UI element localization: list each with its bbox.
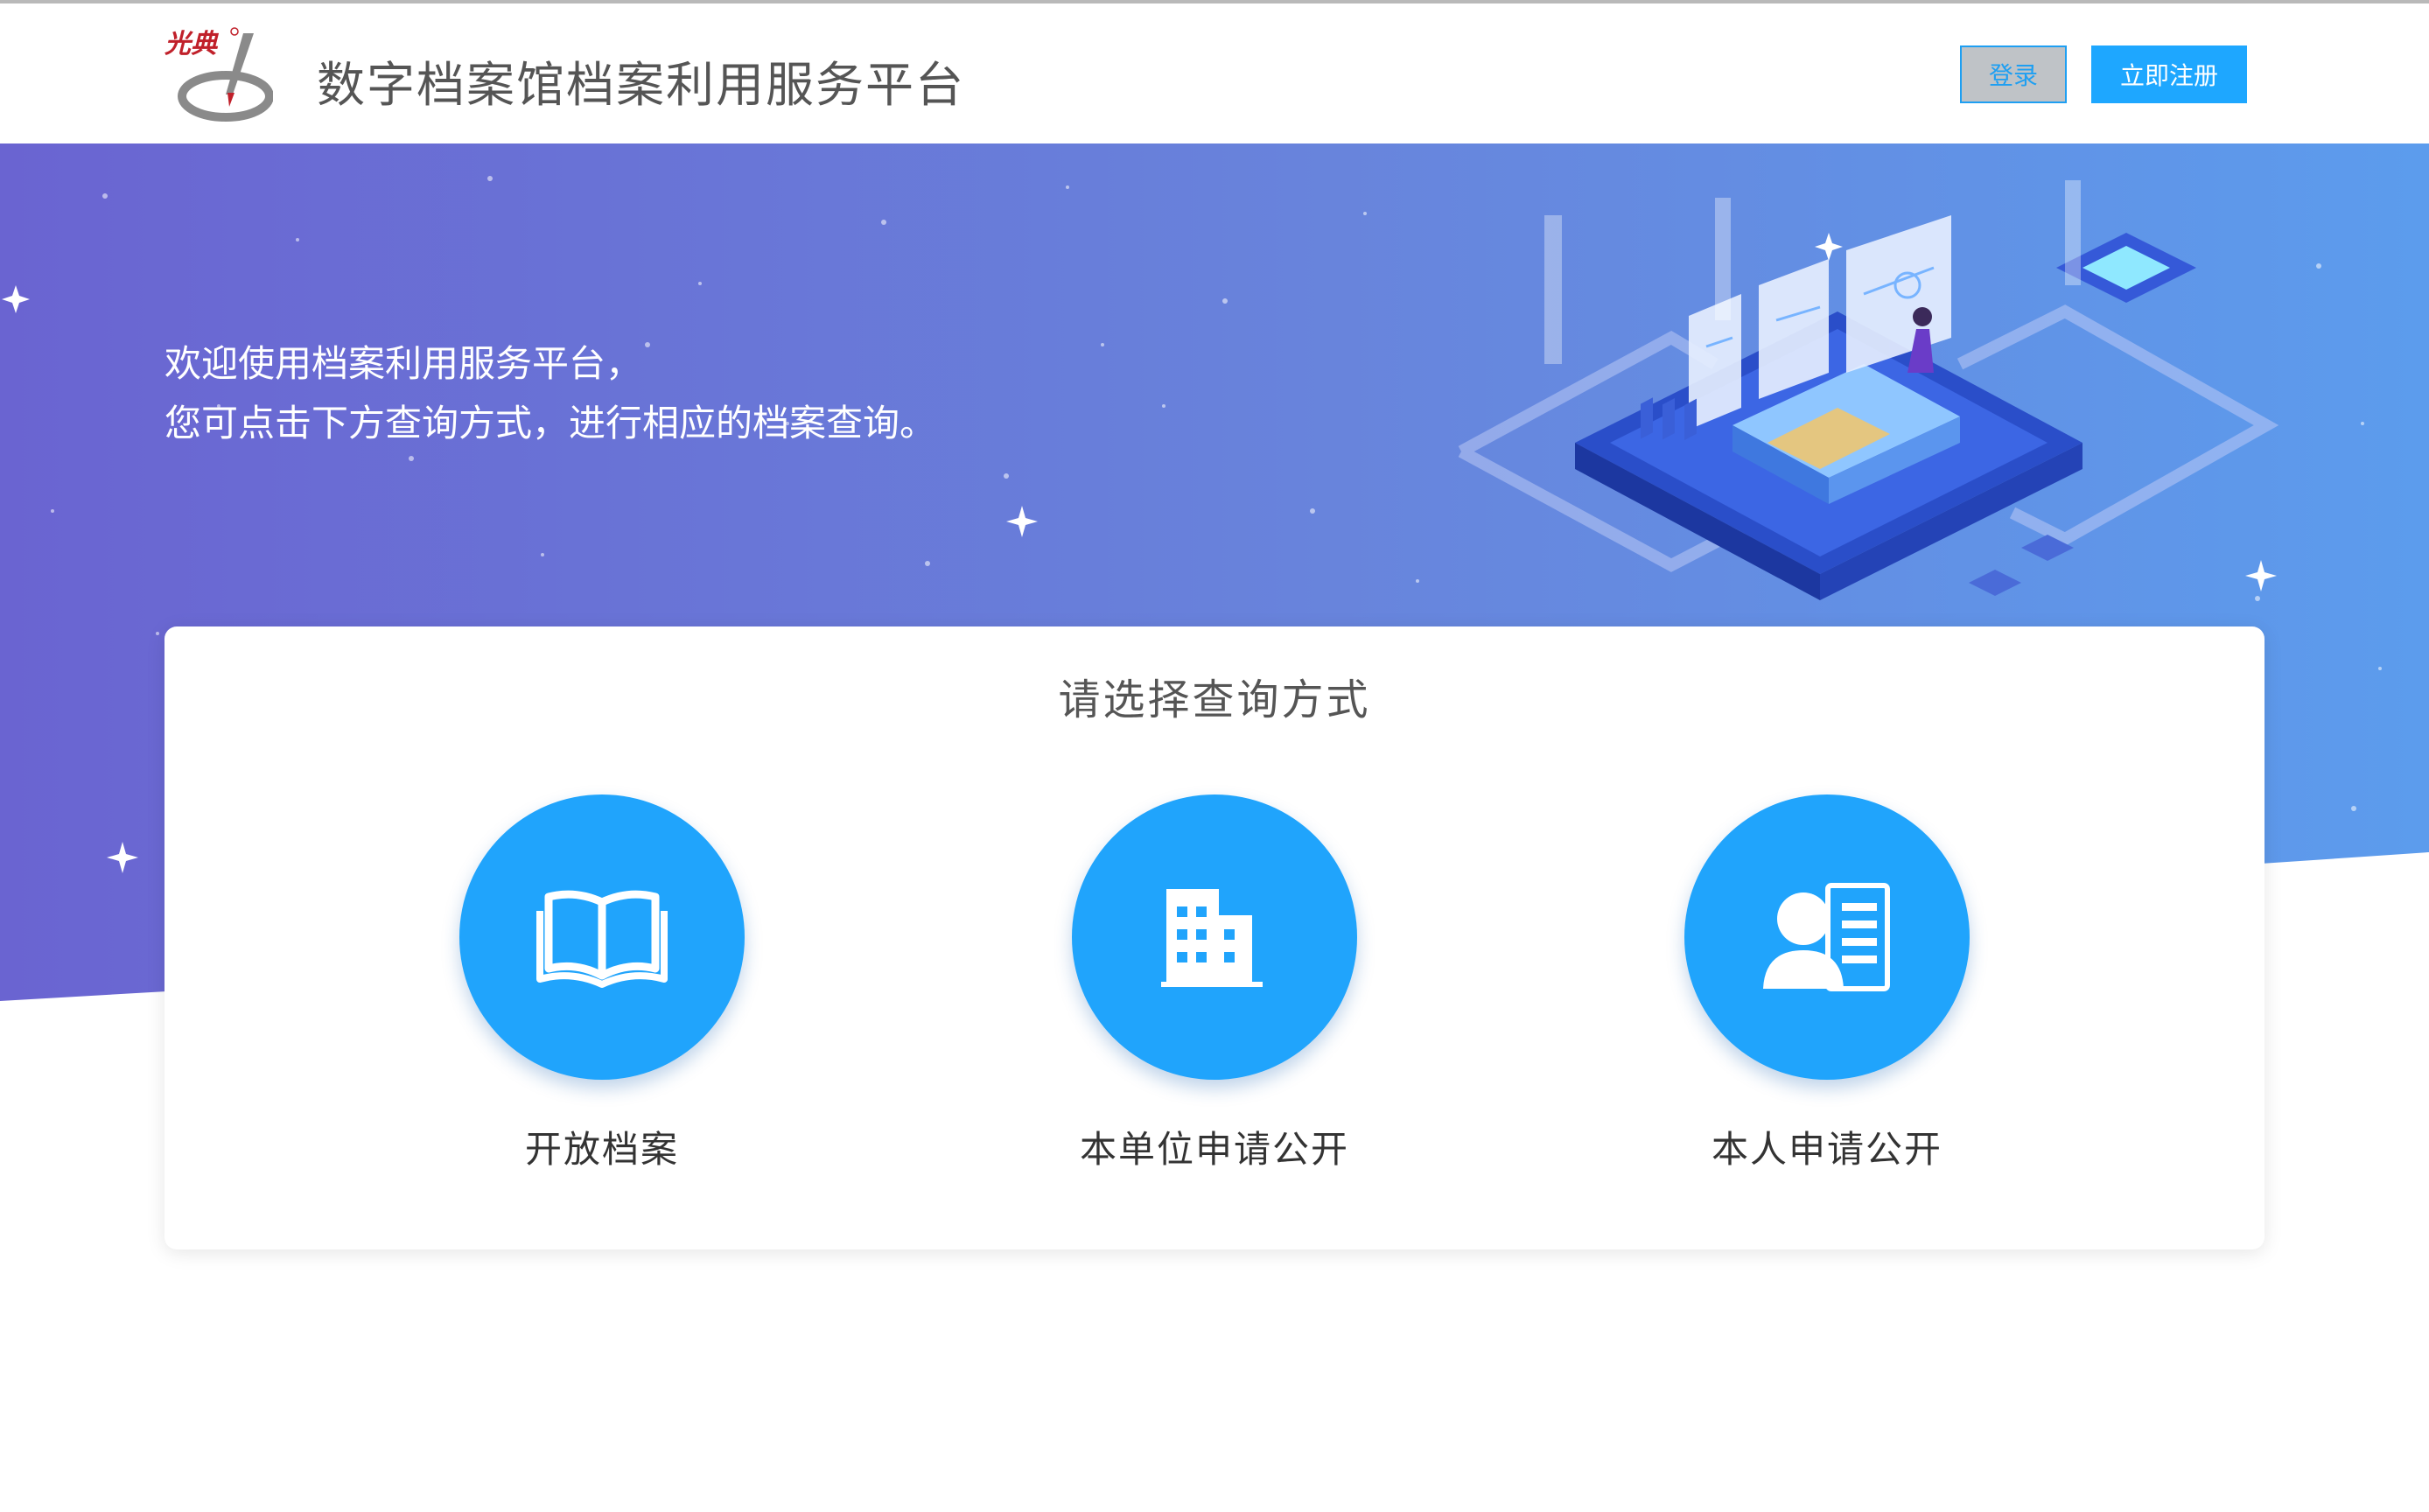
- query-method-card: 请选择查询方式 开放档案 本单位申请公开 本人申请公开: [164, 626, 2264, 1250]
- building-icon: [1161, 889, 1263, 987]
- open-book-icon: [536, 890, 668, 988]
- person-document-icon: [1763, 883, 1890, 991]
- header: 光典 数字档案馆档案利用服务平台 登录 立即注册: [0, 4, 2429, 144]
- welcome-line-2: 您可点击下方查询方式，进行相应的档案查询。: [164, 402, 937, 444]
- option-open-archives-label: 开放档案: [524, 1128, 679, 1171]
- register-button[interactable]: 立即注册: [2091, 46, 2247, 103]
- option-personal-apply-label: 本人申请公开: [1711, 1128, 1942, 1171]
- login-button[interactable]: 登录: [1960, 46, 2067, 103]
- logo-icon[interactable]: 光典: [163, 26, 273, 124]
- option-personal-apply[interactable]: 本人申请公开: [1670, 794, 1984, 1173]
- option-open-archives-circle[interactable]: [459, 794, 745, 1080]
- option-unit-apply-label: 本单位申请公开: [1079, 1128, 1349, 1171]
- option-unit-apply[interactable]: 本单位申请公开: [1057, 794, 1372, 1173]
- option-open-archives[interactable]: 开放档案: [444, 794, 760, 1173]
- welcome-line-1: 欢迎使用档案利用服务平台，: [164, 342, 643, 385]
- data-center-illustration: [1458, 180, 2279, 600]
- welcome-message: 欢迎使用档案利用服务平台， 您可点击下方查询方式，进行相应的档案查询。: [164, 334, 936, 453]
- logo-text: 光典: [164, 29, 220, 60]
- option-unit-apply-circle[interactable]: [1072, 794, 1357, 1080]
- card-title: 请选择查询方式: [1058, 676, 1371, 724]
- site-title: 数字档案馆档案利用服务平台: [317, 57, 966, 113]
- option-personal-apply-circle[interactable]: [1684, 794, 1970, 1080]
